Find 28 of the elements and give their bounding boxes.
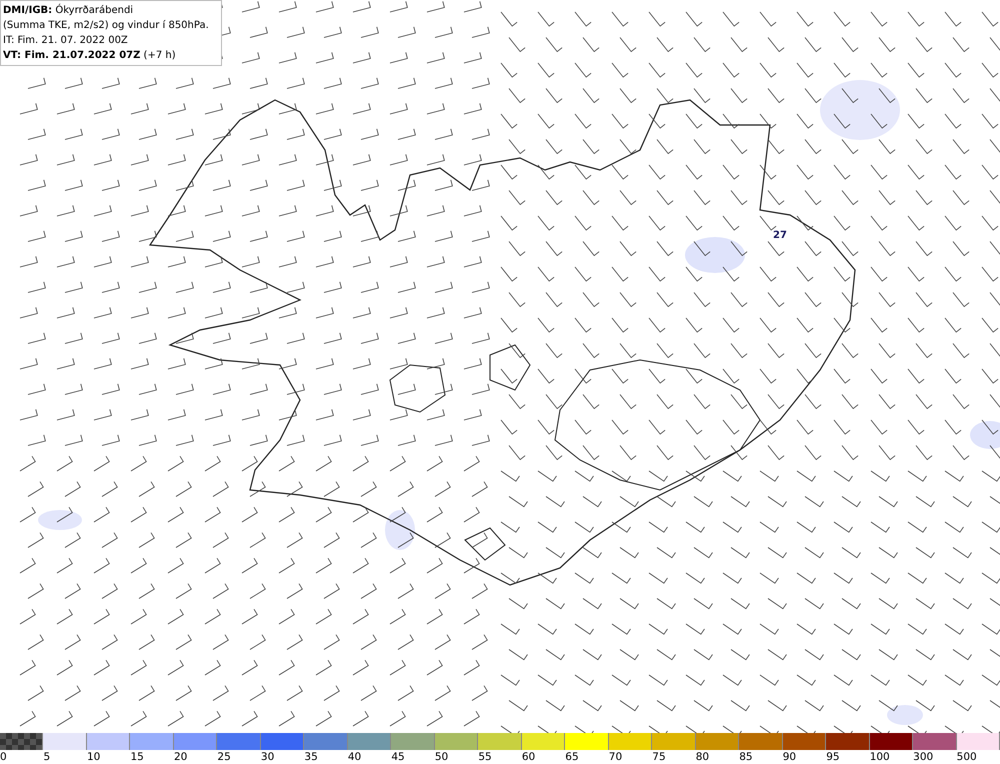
legend-label: 30	[260, 750, 274, 764]
legend-label: 80	[696, 750, 710, 764]
legend-label: 15	[130, 750, 144, 764]
legend-label: 40	[348, 750, 362, 764]
legend-label: 35	[304, 750, 318, 764]
legend-label: 100	[870, 750, 890, 764]
legend-label: 95	[826, 750, 840, 764]
legend-label: 5	[43, 750, 50, 764]
legend-label: 25	[217, 750, 231, 764]
legend-label: 10	[86, 750, 100, 764]
legend-label: 300	[913, 750, 934, 764]
legend-label: 50	[434, 750, 448, 764]
legend-label: 70	[608, 750, 622, 764]
legend-label: 55	[478, 750, 492, 764]
legend-label: 45	[391, 750, 405, 764]
legend-label: 20	[174, 750, 188, 764]
legend-label: 85	[739, 750, 753, 764]
legend-label: 60	[522, 750, 536, 764]
legend-label: 90	[782, 750, 796, 764]
title-line: DMI/IGB: Ókyrrðarábendi	[3, 3, 134, 18]
title-line: VT: Fim. 21.07.2022 07Z (+7 h)	[3, 49, 177, 63]
legend-label: 500	[956, 750, 977, 764]
legend-label: 75	[652, 750, 666, 764]
legend-label: 65	[565, 750, 579, 764]
title-line: IT: Fim. 21. 07. 2022 00Z	[3, 34, 129, 48]
legend-label: 0	[0, 750, 7, 764]
title-line: (Summa TKE, m2/s2) og vindur í 850hPa.	[3, 19, 210, 33]
map-label: 27	[773, 231, 787, 241]
